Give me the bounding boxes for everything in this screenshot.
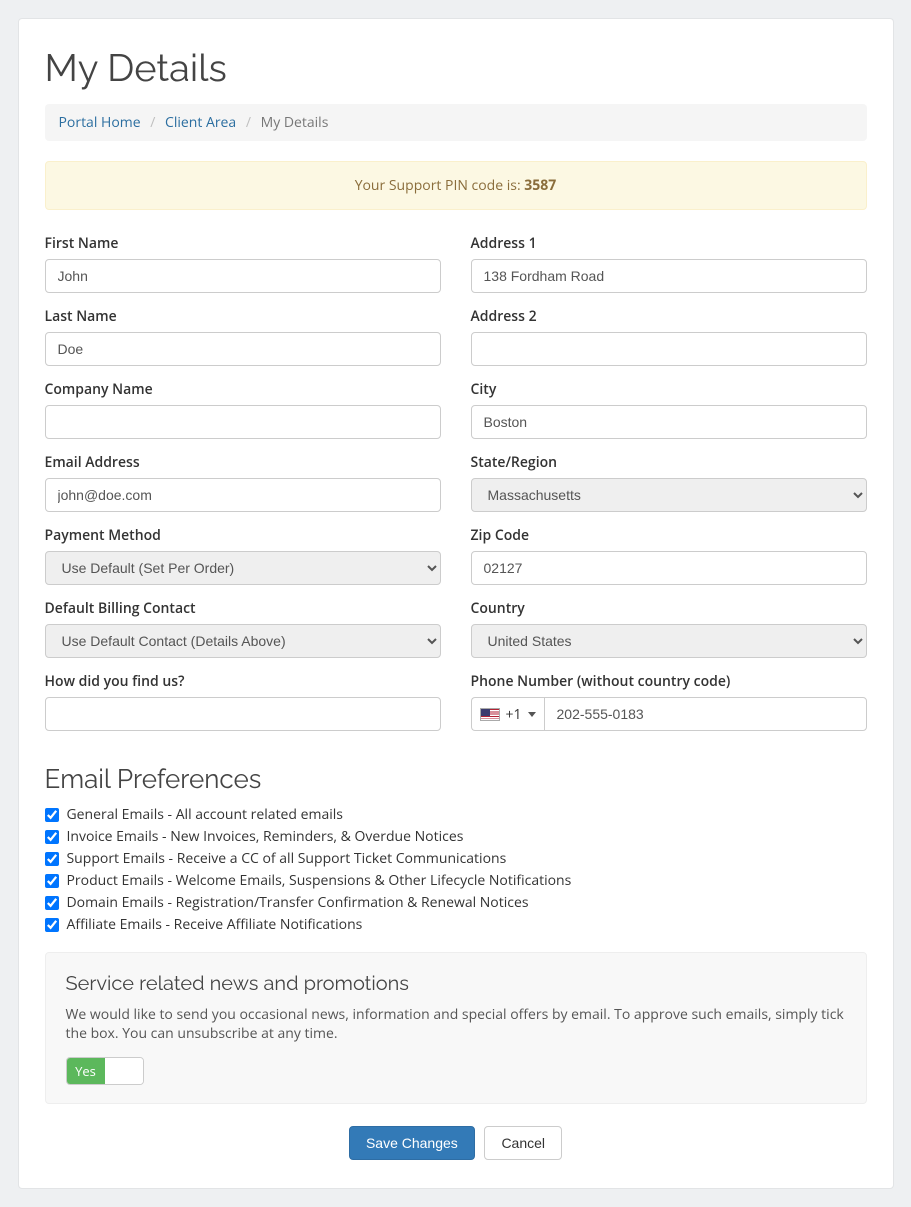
support-pin-prefix: Your Support PIN code is: — [355, 176, 525, 195]
promotions-panel: Service related news and promotions We w… — [45, 952, 867, 1104]
email-pref-row: Product Emails - Welcome Emails, Suspens… — [45, 871, 867, 890]
country-label: Country — [471, 599, 867, 618]
billing-contact-label: Default Billing Contact — [45, 599, 441, 618]
email-input[interactable] — [45, 478, 441, 512]
address1-input[interactable] — [471, 259, 867, 293]
email-pref-checkbox[interactable] — [45, 830, 59, 844]
promotions-toggle[interactable]: Yes — [66, 1057, 144, 1085]
button-bar: Save Changes Cancel — [45, 1126, 867, 1160]
breadcrumb-client-area[interactable]: Client Area — [165, 113, 236, 132]
billing-contact-select[interactable]: Use Default Contact (Details Above) — [45, 624, 441, 658]
email-pref-checkbox[interactable] — [45, 896, 59, 910]
support-pin-alert: Your Support PIN code is: 3587 — [45, 161, 867, 210]
main-panel: My Details Portal Home / Client Area / M… — [18, 18, 894, 1189]
page-title: My Details — [45, 45, 867, 90]
breadcrumb-portal-home[interactable]: Portal Home — [59, 113, 141, 132]
first-name-label: First Name — [45, 234, 441, 253]
zip-label: Zip Code — [471, 526, 867, 545]
payment-method-label: Payment Method — [45, 526, 441, 545]
email-preferences-title: Email Preferences — [45, 765, 867, 795]
cancel-button[interactable]: Cancel — [484, 1126, 562, 1160]
city-label: City — [471, 380, 867, 399]
promotions-toggle-label: Yes — [67, 1058, 105, 1084]
breadcrumb: Portal Home / Client Area / My Details — [45, 104, 867, 141]
address2-label: Address 2 — [471, 307, 867, 326]
us-flag-icon — [480, 708, 500, 721]
email-pref-row: Affiliate Emails - Receive Affiliate Not… — [45, 915, 867, 934]
phone-input[interactable] — [544, 697, 867, 731]
email-pref-checkbox[interactable] — [45, 918, 59, 932]
phone-label: Phone Number (without country code) — [471, 672, 867, 691]
email-pref-row: Domain Emails - Registration/Transfer Co… — [45, 893, 867, 912]
how-find-label: How did you find us? — [45, 672, 441, 691]
email-pref-row: Support Emails - Receive a CC of all Sup… — [45, 849, 867, 868]
email-pref-label: General Emails - All account related ema… — [67, 805, 343, 824]
email-pref-label: Affiliate Emails - Receive Affiliate Not… — [67, 915, 363, 934]
state-select[interactable]: Massachusetts — [471, 478, 867, 512]
address1-label: Address 1 — [471, 234, 867, 253]
save-button[interactable]: Save Changes — [349, 1126, 475, 1160]
phone-prefix-code: +1 — [506, 705, 522, 724]
email-pref-label: Domain Emails - Registration/Transfer Co… — [67, 893, 529, 912]
support-pin-code: 3587 — [524, 176, 556, 195]
email-label: Email Address — [45, 453, 441, 472]
chevron-down-icon — [528, 712, 536, 717]
email-pref-checkbox[interactable] — [45, 874, 59, 888]
email-pref-checkbox[interactable] — [45, 808, 59, 822]
first-name-input[interactable] — [45, 259, 441, 293]
company-name-label: Company Name — [45, 380, 441, 399]
email-pref-label: Support Emails - Receive a CC of all Sup… — [67, 849, 507, 868]
city-input[interactable] — [471, 405, 867, 439]
payment-method-select[interactable]: Use Default (Set Per Order) — [45, 551, 441, 585]
breadcrumb-separator: / — [240, 113, 257, 132]
address2-input[interactable] — [471, 332, 867, 366]
email-pref-label: Invoice Emails - New Invoices, Reminders… — [67, 827, 464, 846]
last-name-label: Last Name — [45, 307, 441, 326]
promotions-title: Service related news and promotions — [66, 971, 846, 995]
how-find-input[interactable] — [45, 697, 441, 731]
promotions-text: We would like to send you occasional new… — [66, 1005, 846, 1043]
promotions-toggle-off — [105, 1058, 143, 1084]
email-pref-checkbox[interactable] — [45, 852, 59, 866]
email-pref-label: Product Emails - Welcome Emails, Suspens… — [67, 871, 572, 890]
last-name-input[interactable] — [45, 332, 441, 366]
breadcrumb-separator: / — [144, 113, 161, 132]
zip-input[interactable] — [471, 551, 867, 585]
company-name-input[interactable] — [45, 405, 441, 439]
country-select[interactable]: United States — [471, 624, 867, 658]
breadcrumb-current: My Details — [261, 113, 329, 132]
email-pref-row: General Emails - All account related ema… — [45, 805, 867, 824]
email-preferences-list: General Emails - All account related ema… — [45, 805, 867, 934]
email-pref-row: Invoice Emails - New Invoices, Reminders… — [45, 827, 867, 846]
phone-country-selector[interactable]: +1 — [471, 697, 544, 731]
state-label: State/Region — [471, 453, 867, 472]
